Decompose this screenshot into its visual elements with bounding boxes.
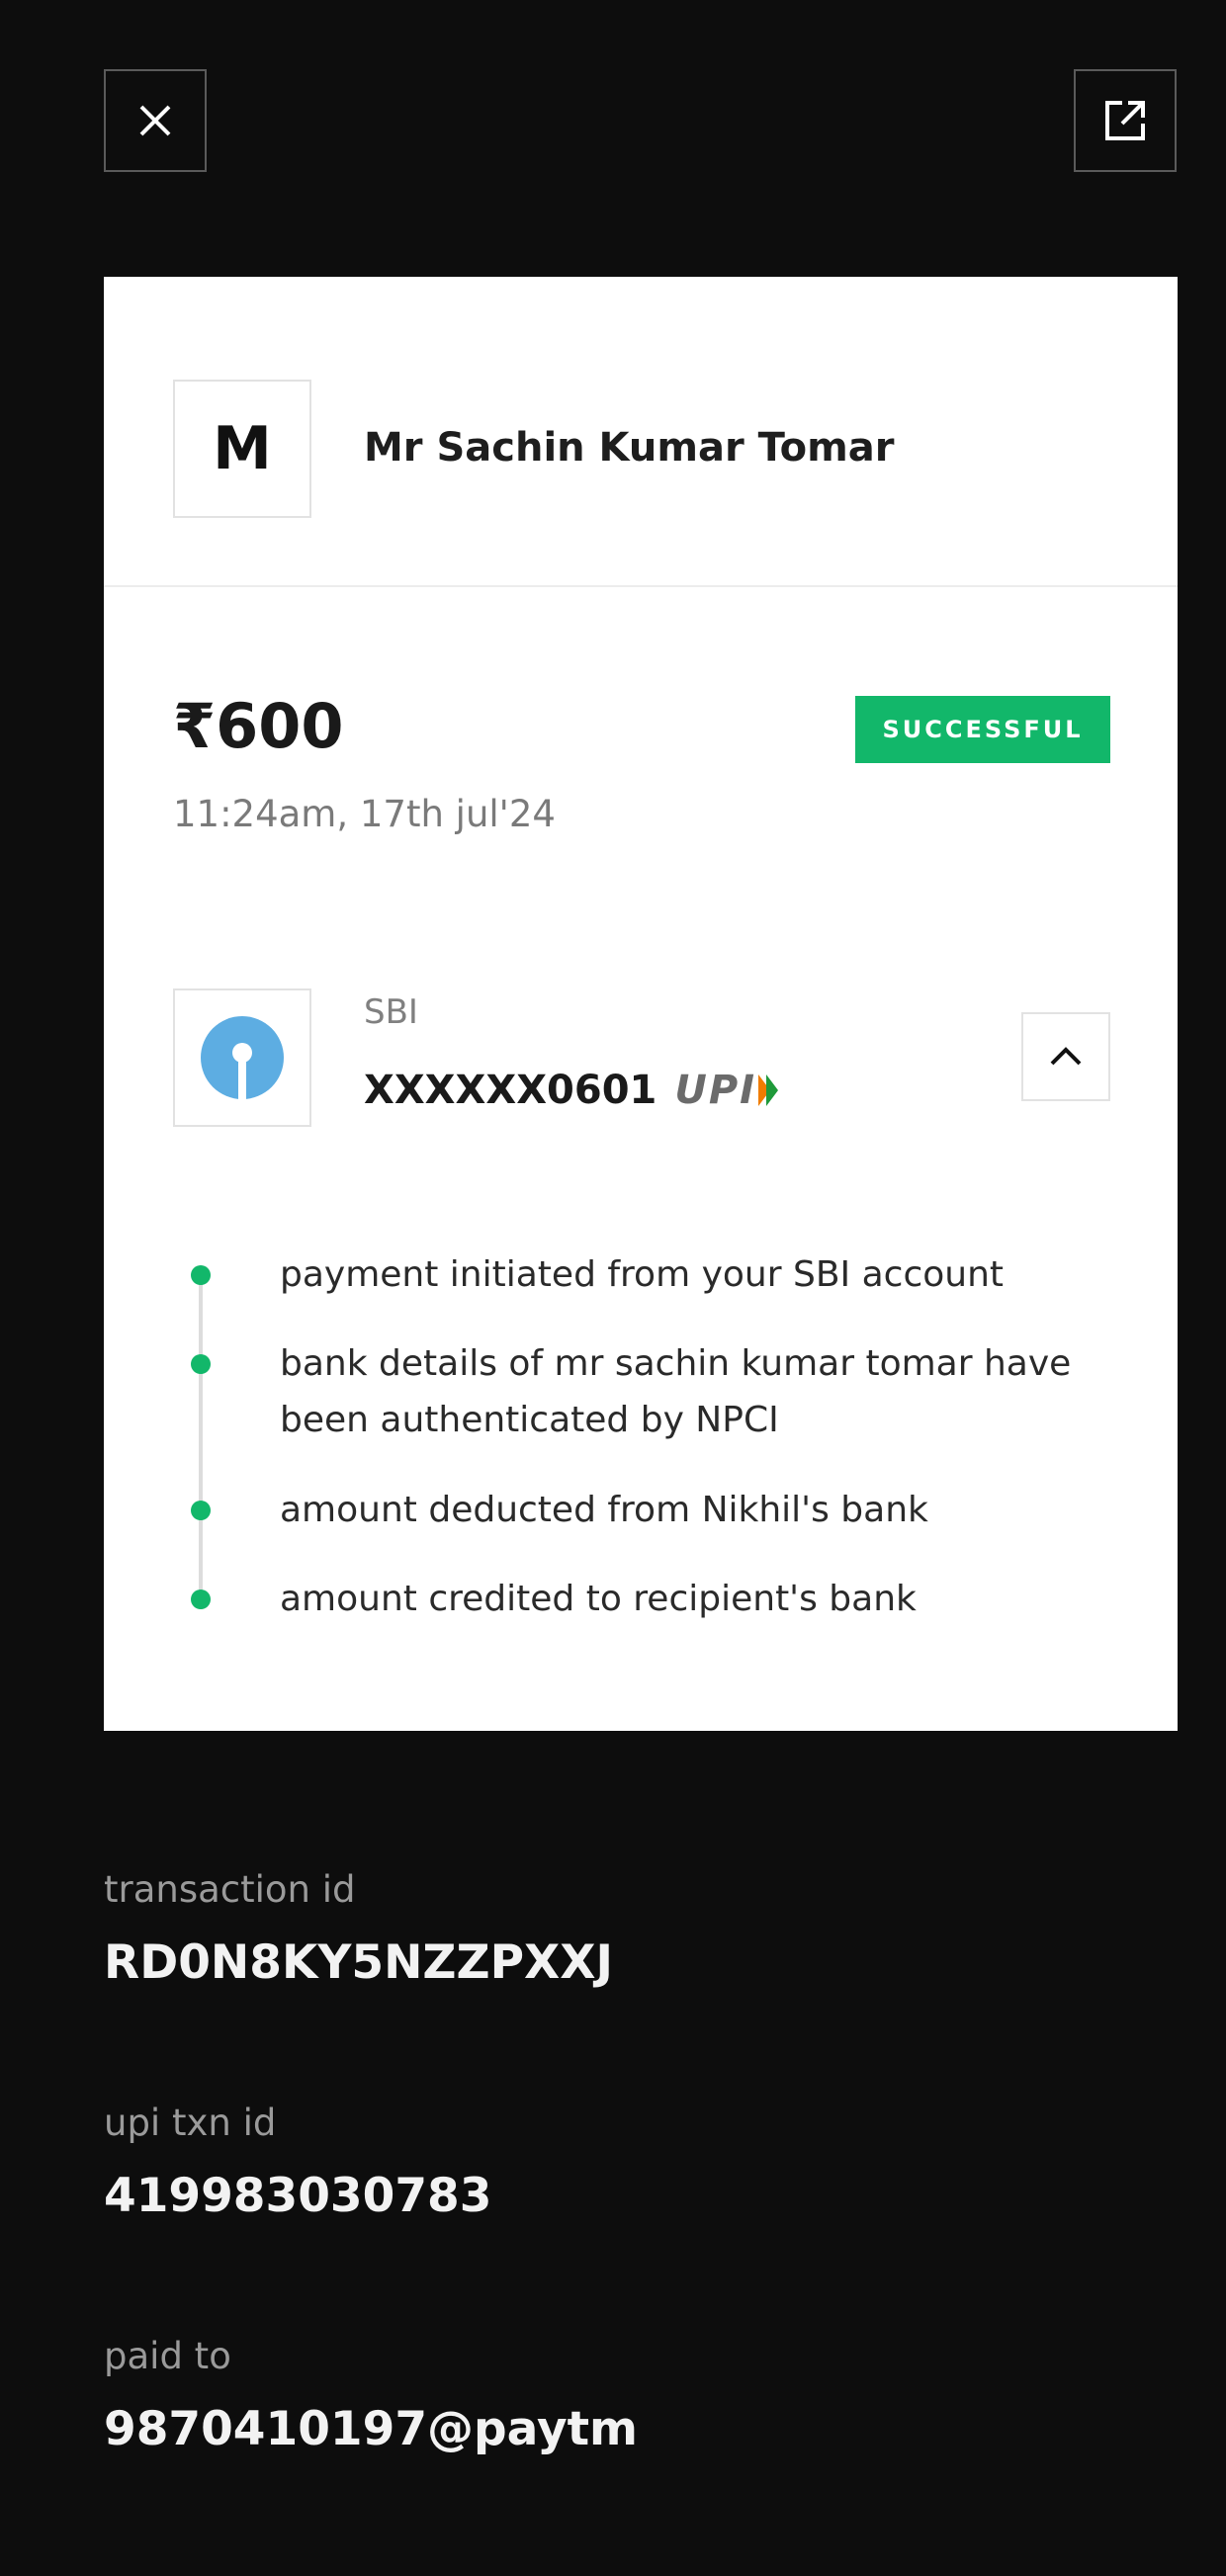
paid-to-value: 9870410197@paytm — [104, 2402, 639, 2456]
paid-to-label: paid to — [104, 2335, 231, 2377]
close-button[interactable] — [104, 69, 207, 172]
collapse-button[interactable] — [1021, 1012, 1110, 1101]
transaction-id-label: transaction id — [104, 1868, 356, 1911]
external-link-icon — [1105, 101, 1145, 140]
payee-name: Mr Sachin Kumar Tomar — [364, 425, 895, 471]
upi-txn-id-label: upi txn id — [104, 2102, 277, 2144]
upi-txn-id-value: 419983030783 — [104, 2169, 492, 2223]
open-external-button[interactable] — [1074, 69, 1177, 172]
transaction-card: M Mr Sachin Kumar Tomar — [104, 277, 1178, 1731]
avatar: M — [173, 380, 311, 518]
payee-header: M Mr Sachin Kumar Tomar — [104, 277, 1178, 587]
chevron-up-icon — [1050, 1047, 1082, 1066]
close-icon — [139, 105, 171, 136]
avatar-initial: M — [213, 414, 272, 483]
transaction-id-value: RD0N8KY5NZZPXXJ — [104, 1935, 614, 1990]
